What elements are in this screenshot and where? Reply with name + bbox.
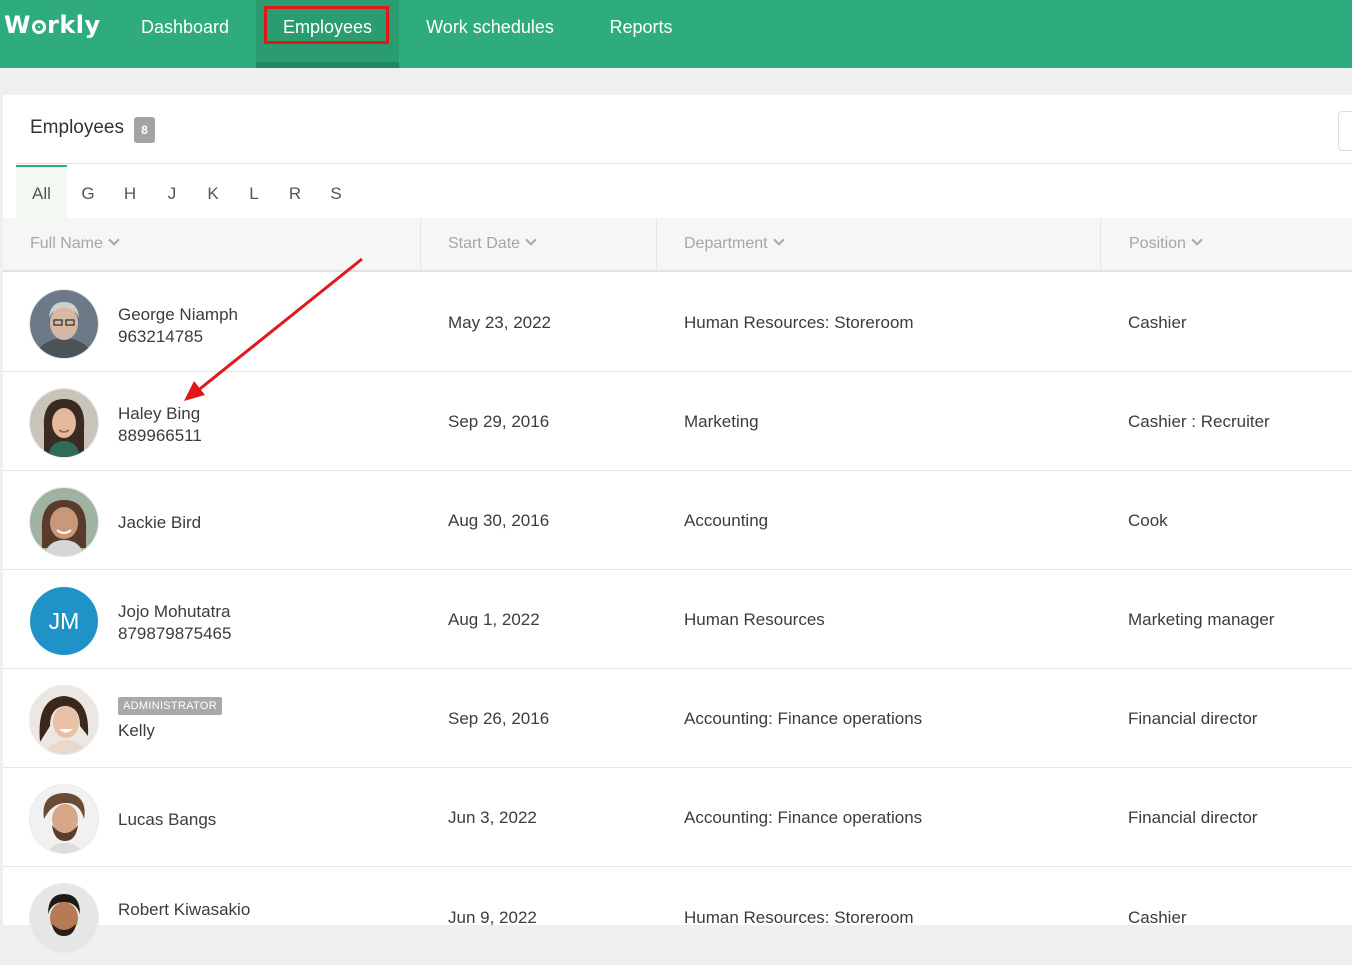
annotation-arrow-icon — [184, 257, 363, 401]
